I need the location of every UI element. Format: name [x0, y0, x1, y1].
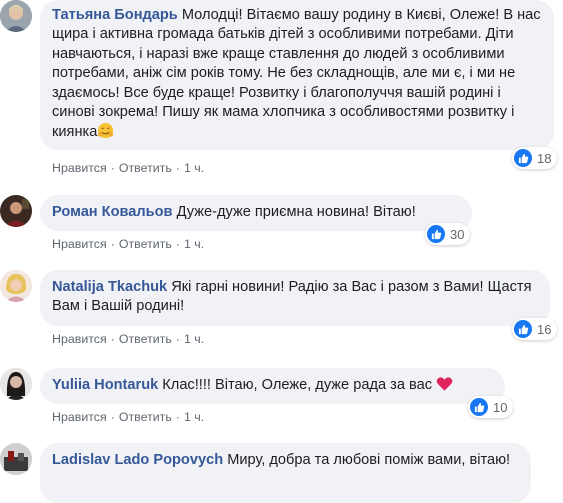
- separator: ·: [110, 332, 115, 346]
- separator: ·: [110, 410, 115, 424]
- comment-bubble: Ladislav Lado Popovych Миру, добра та лю…: [40, 443, 531, 503]
- reaction-count[interactable]: 10: [468, 396, 514, 418]
- avatar[interactable]: [0, 270, 32, 302]
- comment-actions: Нравится · Ответить · 1 ч.: [52, 161, 204, 175]
- avatar[interactable]: [0, 368, 32, 400]
- avatar-image: [0, 443, 32, 475]
- comment-author[interactable]: Татьяна Бондарь: [52, 7, 178, 23]
- avatar-image: [0, 270, 32, 302]
- avatar-image: [0, 0, 32, 32]
- like-icon: [470, 398, 488, 416]
- comment-author[interactable]: Ladislav Lado Popovych: [52, 452, 223, 468]
- avatar-image: [0, 368, 32, 400]
- avatar-image: [0, 195, 32, 227]
- comment-actions: Нравится · Ответить · 1 ч.: [52, 237, 204, 251]
- comment-author[interactable]: Yuliia Hontaruk: [52, 377, 158, 393]
- comment-timestamp[interactable]: 1 ч.: [184, 237, 204, 251]
- like-icon: [427, 225, 445, 243]
- reaction-count-value: 16: [537, 321, 552, 337]
- comment-author[interactable]: Роман Ковальов: [52, 204, 173, 220]
- like-button[interactable]: Нравится: [52, 410, 107, 424]
- comment-text: Миру, добра та любові поміж вами, вітаю!: [227, 452, 511, 468]
- like-icon: [514, 149, 532, 167]
- comment-timestamp[interactable]: 1 ч.: [184, 410, 204, 424]
- reaction-count[interactable]: 18: [512, 147, 558, 169]
- comment-timestamp[interactable]: 1 ч.: [184, 161, 204, 175]
- avatar[interactable]: [0, 443, 32, 475]
- comment-bubble: Роман Ковальов Дуже-дуже приємна новина!…: [40, 195, 472, 231]
- separator: ·: [175, 410, 180, 424]
- separator: ·: [175, 161, 180, 175]
- reaction-count-value: 10: [493, 399, 508, 415]
- comment-author[interactable]: Natalija Tkachuk: [52, 279, 167, 295]
- reaction-count[interactable]: 16: [512, 318, 558, 340]
- reply-button[interactable]: Ответить: [119, 237, 172, 251]
- reply-button[interactable]: Ответить: [119, 161, 172, 175]
- comment-text: Клас!!!! Вітаю, Олеже, дуже рада за вас: [162, 377, 433, 393]
- comment-text: Молодці! Вітаємо вашу родину в Києві, Ол…: [52, 7, 541, 141]
- separator: ·: [110, 237, 115, 251]
- reply-button[interactable]: Ответить: [119, 332, 172, 346]
- like-icon: [514, 320, 532, 338]
- comment-bubble: Yuliia Hontaruk Клас!!!! Вітаю, Олеже, д…: [40, 368, 505, 404]
- separator: ·: [110, 161, 115, 175]
- avatar[interactable]: [0, 195, 32, 227]
- like-button[interactable]: Нравится: [52, 332, 107, 346]
- red-heart-icon: [436, 376, 453, 398]
- separator: ·: [175, 332, 180, 346]
- avatar[interactable]: [0, 0, 32, 32]
- separator: ·: [175, 237, 180, 251]
- reply-button[interactable]: Ответить: [119, 410, 172, 424]
- hugging-face-icon: [97, 122, 114, 145]
- reaction-count-value: 30: [450, 226, 465, 242]
- reaction-count[interactable]: 30: [425, 223, 471, 245]
- comment-timestamp[interactable]: 1 ч.: [184, 332, 204, 346]
- like-button[interactable]: Нравится: [52, 237, 107, 251]
- reaction-count-value: 18: [537, 150, 552, 166]
- comment-bubble: Natalija Tkachuk Які гарні новини! Радію…: [40, 270, 550, 326]
- comment-actions: Нравится · Ответить · 1 ч.: [52, 332, 204, 346]
- like-button[interactable]: Нравится: [52, 161, 107, 175]
- comment-text: Дуже-дуже приємна новина! Вітаю!: [176, 204, 416, 220]
- comment-actions: Нравится · Ответить · 1 ч.: [52, 410, 204, 424]
- comment-bubble: Татьяна Бондарь Молодці! Вітаємо вашу ро…: [40, 0, 554, 150]
